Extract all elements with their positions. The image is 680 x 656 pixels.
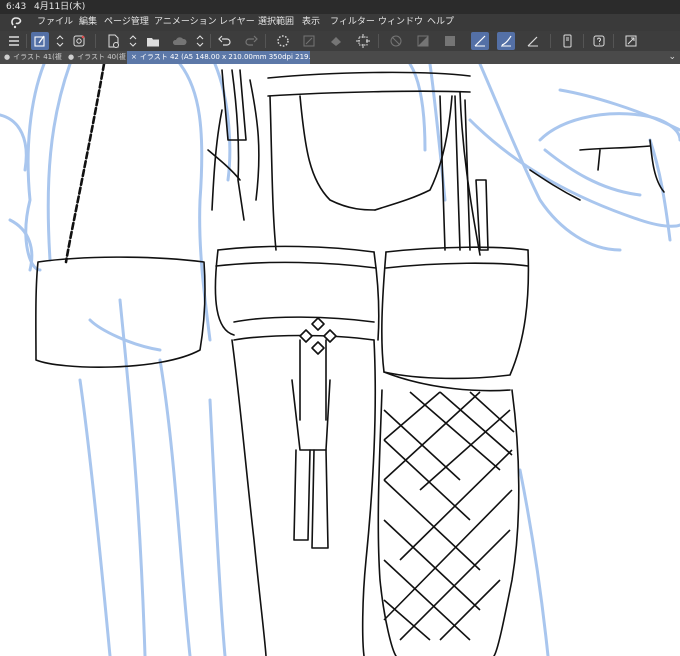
stepper-icon[interactable]	[124, 32, 137, 50]
cloud-icon[interactable]	[170, 32, 188, 50]
fill-icon[interactable]	[327, 32, 345, 50]
help-icon[interactable]	[590, 32, 608, 50]
undo-icon[interactable]	[216, 32, 234, 50]
app-logo-icon[interactable]	[10, 16, 24, 29]
expand-icon[interactable]	[622, 32, 640, 50]
menu-page[interactable]: ページ管理	[104, 14, 149, 31]
fill-rect-icon[interactable]	[441, 32, 459, 50]
phone-icon[interactable]	[558, 32, 576, 50]
menu-selection[interactable]: 選択範囲	[258, 14, 294, 31]
line-art	[0, 64, 680, 656]
clear-icon[interactable]	[300, 32, 318, 50]
redo-icon[interactable]	[242, 32, 260, 50]
menu-window[interactable]: ウィンドウ	[378, 14, 423, 31]
menu-view[interactable]: 表示	[302, 14, 320, 31]
menu-layer[interactable]: レイヤー	[219, 14, 255, 31]
document-tabs: ● イラスト 41(複 ● イラスト 40(複 × イラスト 42 (A5 148.0…	[0, 51, 680, 64]
command-bar	[0, 31, 680, 51]
pen-icon[interactable]	[497, 32, 515, 50]
menu-animation[interactable]: アニメーション	[154, 14, 217, 31]
close-tab-icon: ×	[131, 53, 137, 61]
loading-spinner-icon[interactable]	[274, 32, 292, 50]
menu-edit[interactable]: 編集	[79, 14, 97, 31]
new-canvas-icon[interactable]	[31, 32, 49, 50]
new-page-icon[interactable]	[104, 32, 122, 50]
snap-icon[interactable]	[387, 32, 405, 50]
status-bar: 6:43 4月11日(木)	[0, 0, 680, 14]
open-folder-icon[interactable]	[144, 32, 162, 50]
status-date: 4月11日(木)	[34, 2, 86, 12]
tab-illust-41[interactable]: ● イラスト 41(複	[0, 51, 63, 64]
menu-icon[interactable]	[5, 32, 23, 50]
ruler-icon[interactable]	[524, 32, 542, 50]
crop-icon[interactable]	[354, 32, 372, 50]
menu-filter[interactable]: フィルター	[330, 14, 375, 31]
menu-help[interactable]: ヘルプ	[427, 14, 454, 31]
chevron-down-icon[interactable]: ⌄	[668, 51, 676, 64]
stepper-icon[interactable]	[51, 32, 64, 50]
eye-icon[interactable]	[70, 32, 88, 50]
menu-bar: ファイル 編集 ページ管理 アニメーション レイヤー 選択範囲 表示 フィルター…	[0, 14, 680, 31]
status-time: 6:43	[6, 2, 27, 12]
stepper-icon[interactable]	[191, 32, 204, 50]
tab-illust-42[interactable]: × イラスト 42 (A5 148.00 x 210.00mm 350dpi 21…	[127, 51, 310, 64]
layer-mask-icon[interactable]	[414, 32, 432, 50]
pen-ruler-icon[interactable]	[471, 32, 489, 50]
drawing-canvas[interactable]	[0, 64, 680, 656]
menu-file[interactable]: ファイル	[37, 14, 73, 31]
tab-illust-40[interactable]: ● イラスト 40(複	[64, 51, 126, 64]
